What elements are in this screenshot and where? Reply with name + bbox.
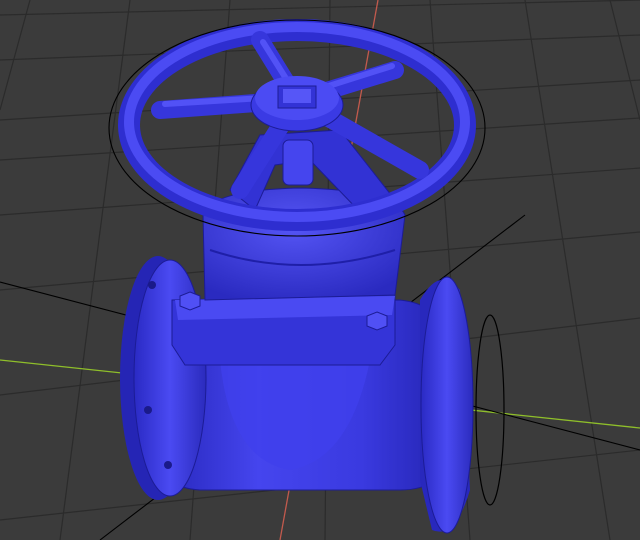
rotate-gizmo-ring[interactable] xyxy=(475,314,505,506)
right-flange xyxy=(420,276,474,534)
bolt-right xyxy=(366,311,388,331)
3d-viewport[interactable] xyxy=(0,0,640,540)
left-flange xyxy=(120,256,207,500)
valve-stem xyxy=(282,139,314,186)
bolt-left xyxy=(179,291,201,311)
gate-valve-model[interactable] xyxy=(118,19,476,534)
viewport-scene[interactable] xyxy=(0,0,640,540)
